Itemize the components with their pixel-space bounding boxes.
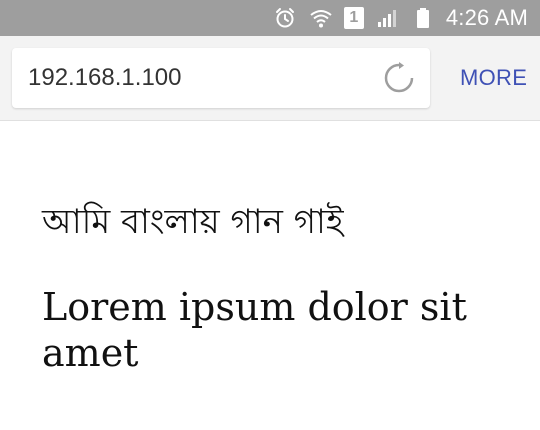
status-time: 4:26 AM: [445, 5, 528, 30]
address-bar[interactable]: 192.168.1.100: [12, 48, 430, 108]
lorem-text: Lorem ipsum dolor sit amet: [42, 285, 467, 375]
status-icons: 1 4:26 AM: [272, 0, 528, 36]
url-text[interactable]: 192.168.1.100: [28, 48, 181, 108]
browser-toolbar: 192.168.1.100: [0, 36, 540, 121]
signal-icon: [374, 5, 400, 31]
reload-icon[interactable]: [382, 61, 416, 95]
alarm-icon: [272, 5, 298, 31]
bengali-text: আমি বাংলায় গান গাই: [42, 202, 344, 242]
sim-icon: 1: [343, 7, 364, 29]
wifi-icon: [308, 5, 334, 31]
more-button[interactable]: MORE: [460, 36, 527, 120]
page-content: আমি বাংলায় গান গাই Lorem ipsum dolor si…: [42, 200, 512, 376]
battery-icon: [410, 5, 436, 31]
status-bar: 1 4:26 AM: [0, 0, 540, 36]
